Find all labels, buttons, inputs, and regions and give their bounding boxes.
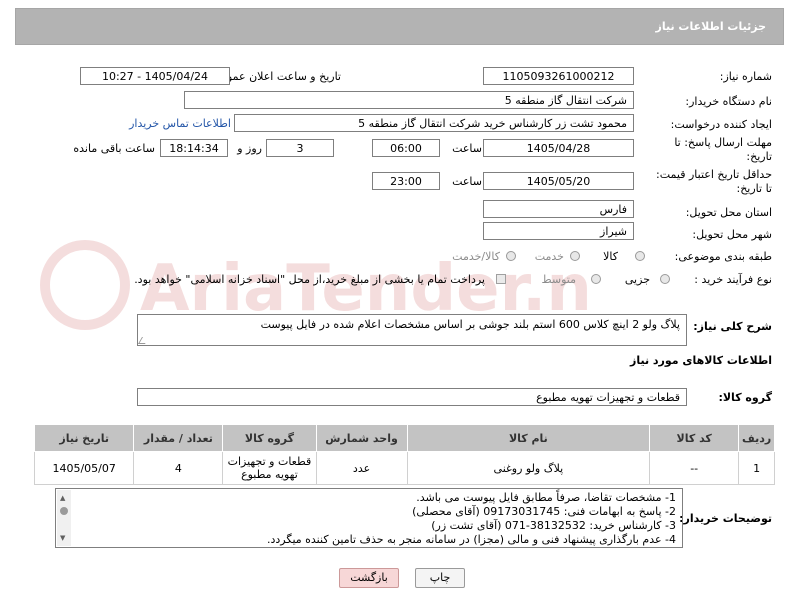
scroll-down-icon[interactable]: ▼ [60,531,65,545]
creator-label: ایجاد کننده درخواست: [670,118,772,131]
announce-field[interactable]: 1405/04/24 - 10:27 [80,67,230,85]
header-bar: جزئیات اطلاعات نیاز [15,8,784,45]
reply-date-field[interactable]: 1405/04/28 [483,139,634,157]
price-valid-label: حداقل تاریخ اعتبار قیمت: [656,168,772,181]
col-need-date: تاریخ نیاز [33,424,135,452]
buyer-org-field[interactable]: شرکت انتقال گاز منطقه 5 [184,91,634,109]
category-option-goods: کالا [603,250,618,263]
category-option-goods-service: کالا/خدمت [452,250,500,263]
remaining-time-field[interactable]: 18:14:34 [160,139,228,157]
price-valid-label-2: تا تاریخ: [736,182,772,195]
process-label: نوع فرآیند خرید : [694,273,772,286]
buyer-notes-textarea[interactable]: 1- مشخصات تقاضا، صرفاً مطابق فایل پیوست … [55,488,683,548]
col-unit: واحد شمارش [315,424,408,452]
resize-handle-icon[interactable] [137,337,150,344]
city-label: شهر محل تحویل: [692,228,772,241]
cell-goods-name: پلاگ ولو روغنی [406,451,651,485]
description-textarea[interactable]: پلاگ ولو 2 اینچ کلاس 600 استم بلند جوشی … [137,314,687,346]
col-goods-group: گروه کالا [222,424,317,452]
goods-group-field[interactable]: قطعات و تجهیزات تهویه مطبوع [137,388,687,406]
category-option-service: خدمت [534,250,564,263]
table-row: 1 -- پلاگ ولو روغنی عدد قطعات و تجهیزات … [33,451,775,485]
buyer-note-line-4: 4- عدم بارگذاری پیشنهاد فنی و مالی (مجزا… [267,533,676,546]
buyer-note-line-1: 1- مشخصات تقاضا، صرفاً مطابق فایل پیوست … [416,491,676,504]
process-option-medium: متوسط [541,273,576,286]
scroll-up-icon[interactable]: ▲ [60,491,65,505]
reply-time-label: ساعت [452,142,482,155]
creator-field[interactable]: محمود تشت زر کارشناس خرید شرکت انتقال گا… [234,114,634,132]
process-radio-medium[interactable] [591,274,601,284]
col-row-number: ردیف [738,424,775,452]
cell-quantity: 4 [133,451,224,485]
price-valid-time-label: ساعت [452,175,482,188]
treasury-payment-checkbox[interactable] [496,274,506,284]
province-field[interactable]: فارس [483,200,634,218]
category-radio-goods[interactable] [635,251,645,261]
process-option-minor: جزیی [624,273,650,286]
buyer-notes-scrollbar[interactable]: ▲ ▼ [57,490,71,546]
category-radio-goods-service[interactable] [506,251,516,261]
cell-unit: عدد [315,451,408,485]
price-valid-date-field[interactable]: 1405/05/20 [483,172,634,190]
province-label: استان محل تحویل: [685,206,772,219]
category-radio-service[interactable] [570,251,580,261]
days-label: روز و [237,142,262,155]
description-label: شرح کلی نیاز: [693,320,772,333]
back-button[interactable]: بازگشت [339,568,399,588]
print-button[interactable]: چاپ [415,568,465,588]
description-text: پلاگ ولو 2 اینچ کلاس 600 استم بلند جوشی … [260,318,680,331]
goods-table: ردیف کد کالا نام کالا واحد شمارش گروه کا… [33,424,775,485]
treasury-payment-note: پرداخت تمام یا بخشی از مبلغ خرید،از محل … [134,273,485,286]
goods-group-label: گروه کالا: [718,391,772,404]
reply-deadline-label-2: تاریخ: [746,150,772,163]
days-count-field[interactable]: 3 [266,139,334,157]
col-quantity: تعداد / مقدار [133,424,224,452]
scroll-thumb[interactable] [60,507,68,515]
goods-section-title: اطلاعات کالاهای مورد نیاز [630,354,772,367]
price-valid-time-field[interactable]: 23:00 [372,172,440,190]
col-goods-name: نام کالا [406,424,651,452]
need-number-field[interactable]: 1105093261000212 [483,67,634,85]
cell-goods-code: -- [649,451,740,485]
buyer-org-label: نام دستگاه خریدار: [685,95,772,108]
city-field[interactable]: شیراز [483,222,634,240]
goods-table-header: ردیف کد کالا نام کالا واحد شمارش گروه کا… [33,424,775,452]
buyer-note-line-3: 3- کارشناس خرید: 38132532-071 (آقای تشت … [431,519,676,532]
contact-info-link[interactable]: اطلاعات تماس خریدار [129,117,231,130]
cell-need-date: 1405/05/07 [33,451,135,485]
buyer-note-line-2: 2- پاسخ به ابهامات فنی: 09173031745 (آقا… [412,505,676,518]
category-label: طبقه بندی موضوعی: [674,250,772,263]
col-goods-code: کد کالا [649,424,740,452]
process-radio-minor[interactable] [660,274,670,284]
page-title: جزئیات اطلاعات نیاز [655,20,767,33]
need-number-label: شماره نیاز: [719,70,772,83]
reply-deadline-label: مهلت ارسال پاسخ: تا [674,136,772,149]
buyer-notes-label: توضیحات خریدار: [679,512,772,525]
cell-goods-group: قطعات و تجهیزات تهویه مطبوع [222,451,317,485]
remaining-label: ساعت باقی مانده [73,142,155,155]
reply-time-field[interactable]: 06:00 [372,139,440,157]
cell-row-number: 1 [738,451,775,485]
